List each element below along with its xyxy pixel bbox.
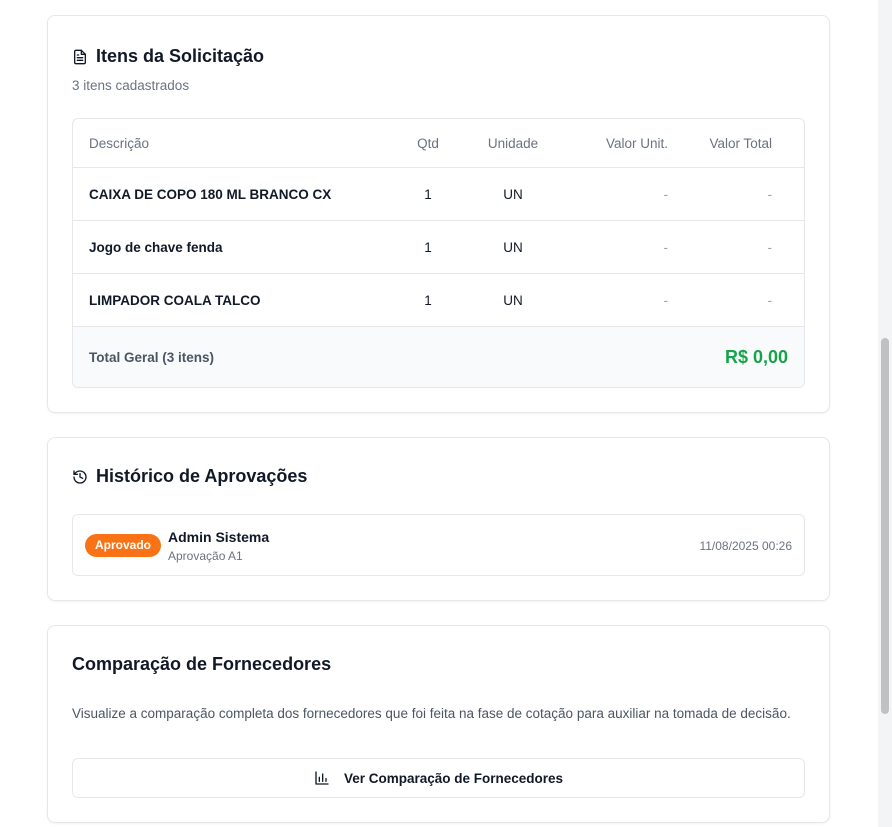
cell-qtd: 1 bbox=[424, 186, 432, 202]
status-badge: Aprovado bbox=[85, 534, 162, 557]
comparison-card-title: Comparação de Fornecedores bbox=[72, 654, 332, 674]
cell-unidade: UN bbox=[503, 186, 523, 202]
history-card-header: Histórico de Aprovações bbox=[72, 466, 307, 487]
cell-qtd: 1 bbox=[424, 292, 432, 308]
cell-qtd: 1 bbox=[424, 239, 432, 255]
col-header-descricao: Descrição bbox=[89, 135, 150, 151]
table-row: CAIXA DE COPO 180 ML BRANCO CX 1 UN - - bbox=[73, 168, 804, 221]
total-label: Total Geral (3 itens) bbox=[89, 349, 215, 365]
cell-descricao: Jogo de chave fenda bbox=[89, 239, 223, 255]
history-card-title: Histórico de Aprovações bbox=[96, 466, 308, 486]
comparison-card: Comparação de Fornecedores Visualize a c… bbox=[47, 625, 830, 823]
col-header-unidade: Unidade bbox=[487, 135, 539, 151]
cell-valor-unit: - bbox=[663, 292, 669, 308]
history-entry: Aprovado Admin Sistema Aprovação A1 11/0… bbox=[72, 514, 805, 576]
items-card-title: Itens da Solicitação bbox=[96, 46, 265, 66]
total-value: R$ 0,00 bbox=[724, 346, 788, 367]
comparison-description: Visualize a comparação completa dos forn… bbox=[72, 706, 791, 721]
table-header-row: Descrição Qtd Unidade Valor Unit. Valor … bbox=[73, 119, 804, 168]
cell-valor-unit: - bbox=[663, 239, 669, 255]
items-card: Itens da Solicitação 3 itens cadastrados… bbox=[47, 15, 830, 413]
items-card-header: Itens da Solicitação bbox=[72, 46, 264, 67]
table-row: LIMPADOR COALA TALCO 1 UN - - bbox=[73, 274, 804, 327]
col-header-valor-total: Valor Total bbox=[709, 135, 772, 151]
approval-date: 11/08/2025 00:26 bbox=[699, 539, 792, 553]
items-table: Descrição Qtd Unidade Valor Unit. Valor … bbox=[72, 118, 805, 388]
table-row: Jogo de chave fenda 1 UN - - bbox=[73, 221, 804, 274]
bar-chart-icon bbox=[315, 771, 329, 785]
col-header-valor-unit: Valor Unit. bbox=[605, 135, 668, 151]
cell-unidade: UN bbox=[503, 239, 523, 255]
cell-descricao: CAIXA DE COPO 180 ML BRANCO CX bbox=[89, 186, 332, 202]
view-comparison-label: Ver Comparação de Fornecedores bbox=[343, 770, 564, 786]
cell-descricao: LIMPADOR COALA TALCO bbox=[89, 292, 261, 308]
cell-valor-total: - bbox=[767, 186, 773, 202]
cell-valor-unit: - bbox=[663, 186, 669, 202]
scrollbar-thumb[interactable] bbox=[881, 338, 889, 714]
cell-unidade: UN bbox=[503, 292, 523, 308]
approval-stage: Aprovação A1 bbox=[168, 549, 243, 563]
table-footer-row: Total Geral (3 itens) R$ 0,00 bbox=[73, 327, 804, 387]
items-count: 3 itens cadastrados bbox=[72, 78, 190, 93]
approver-name: Admin Sistema bbox=[168, 529, 270, 545]
col-header-qtd: Qtd bbox=[417, 135, 439, 151]
cell-valor-total: - bbox=[767, 239, 773, 255]
view-comparison-button[interactable]: Ver Comparação de Fornecedores bbox=[72, 758, 805, 798]
history-card: Histórico de Aprovações Aprovado Admin S… bbox=[47, 437, 830, 601]
history-icon bbox=[73, 469, 87, 484]
page-content: Itens da Solicitação 3 itens cadastrados… bbox=[0, 0, 878, 827]
file-text-icon bbox=[74, 49, 86, 64]
cell-valor-total: - bbox=[767, 292, 773, 308]
scrollbar[interactable] bbox=[878, 0, 892, 827]
